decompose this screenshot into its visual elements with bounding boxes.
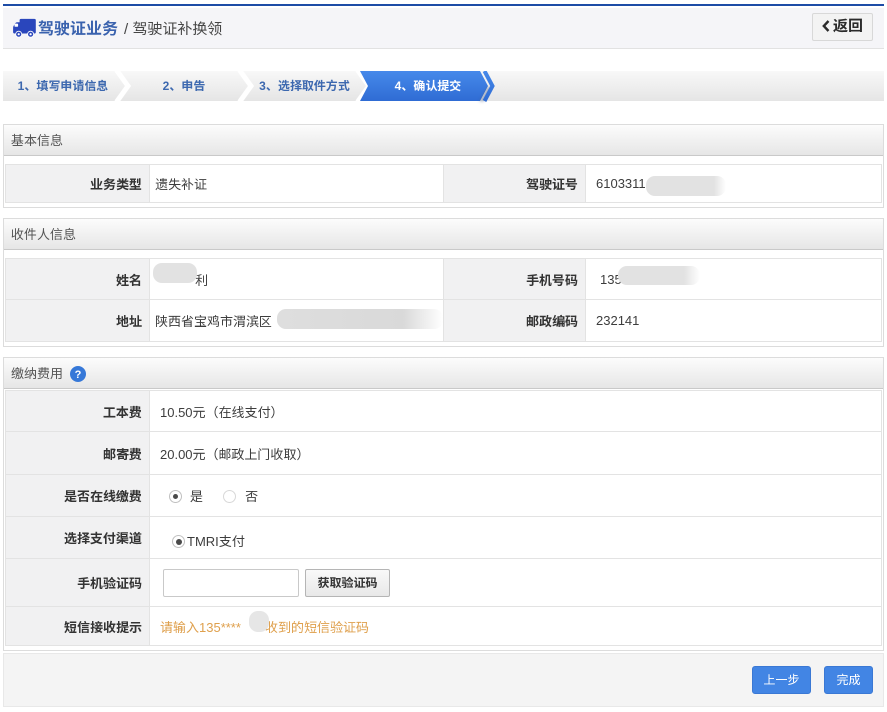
svg-text:?: ? <box>75 369 82 381</box>
